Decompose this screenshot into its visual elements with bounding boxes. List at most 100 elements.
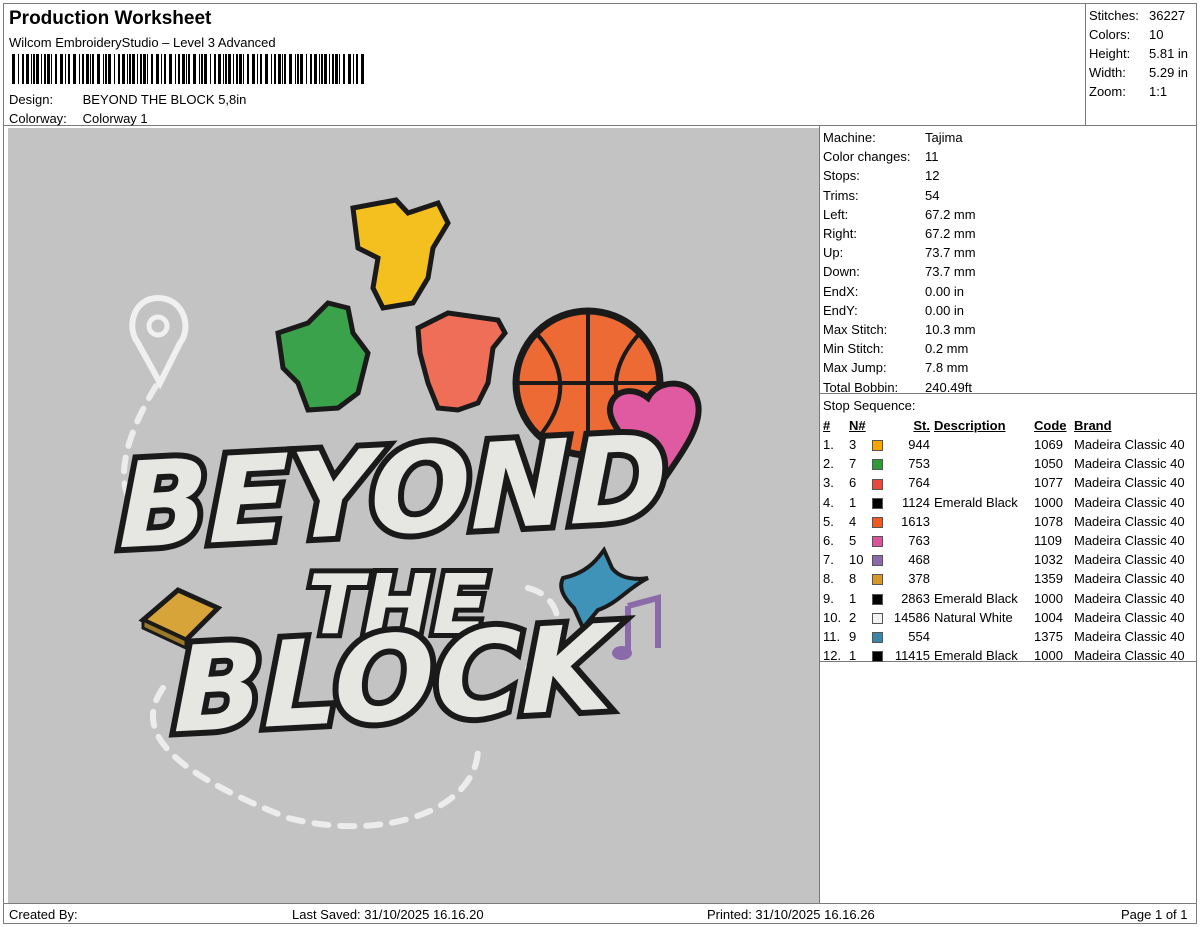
stitch-count: 1124 [902,494,930,510]
col-header-brand: Brand [1074,418,1112,433]
property-label: Up: [823,245,844,261]
col-header-description: Description [934,418,1006,433]
property-label: EndY: [823,302,858,318]
design-row: Design: BEYOND THE BLOCK 5,8in [9,92,246,107]
page-title: Production Worksheet [9,8,212,29]
thread-code: 1032 [1034,552,1063,568]
property-value: 0.00 in [925,283,965,299]
stitch-count: 764 [908,475,930,491]
stat-label: Zoom: [1089,84,1126,99]
thread-brand: Madeira Classic 40 [1074,494,1185,510]
property-value: 67.2 mm [925,206,976,222]
table-row: 4. 1 1124 Emerald Black 1000 Madeira Classic … [823,493,1185,512]
stitch-count: 763 [908,533,930,549]
table-row: 3. 6 764 1077 Madeira Classic 40 [823,473,1185,492]
color-swatch-cell [871,454,889,473]
header-info-panel: Production Worksheet Wilcom EmbroiderySt… [4,4,1086,126]
stitch-count: 468 [908,552,930,568]
stat-value: 1:1 [1149,84,1168,99]
color-swatch [872,574,883,586]
thread-description [934,473,1034,492]
artwork-text-line1: BEYOND [119,409,668,576]
property-label: Total Bobbin: [823,379,899,395]
stop-sequence-panel: Stop Sequence: # N# St. Description Code… [820,394,1197,665]
row-number: 10. [823,609,842,625]
thread-code: 1375 [1034,628,1063,644]
color-swatch-cell [871,569,889,588]
worksheet-header: Production Worksheet Wilcom EmbroiderySt… [4,4,1196,126]
thread-description: Emerald Black [934,494,1018,510]
stitch-count: 14586 [893,609,930,625]
printed-date: Printed: 31/10/2025 16.16.26 [707,907,875,922]
property-row: Right: 67.2 mm [823,226,976,245]
property-value: 73.7 mm [925,264,976,280]
thread-brand: Madeira Classic 40 [1074,513,1185,529]
color-swatch-cell [871,646,889,665]
stat-stitches: Stitches: 36227 [1089,8,1185,23]
thread-brand: Madeira Classic 40 [1074,552,1185,568]
needle-number: 7 [849,456,857,472]
needle-number: 3 [849,437,857,453]
property-value: 240.49ft [925,379,972,395]
thread-code: 1000 [1034,590,1063,606]
property-row: Max Stitch: 10.3 mm [823,322,976,341]
stat-label: Colors: [1089,27,1131,42]
created-by: Created By: [9,907,78,922]
thread-brand: Madeira Classic 40 [1074,628,1185,644]
property-row: Min Stitch: 0.2 mm [823,341,968,360]
thread-brand: Madeira Classic 40 [1074,571,1185,587]
table-row: 8. 8 378 1359 Madeira Classic 40 [823,569,1185,588]
property-value: 73.7 mm [925,245,976,261]
thread-description [934,454,1034,473]
property-row: Stops: 12 [823,168,939,187]
property-value: 67.2 mm [925,226,976,241]
property-value: 11 [925,149,939,165]
property-label: Max Jump: [823,360,887,376]
color-swatch-cell [871,493,889,512]
thread-brand: Madeira Classic 40 [1074,609,1185,625]
row-number: 1. [823,437,834,453]
property-row: Machine: Tajima [823,130,963,149]
production-worksheet: Production Worksheet Wilcom EmbroiderySt… [3,3,1197,924]
stop-sequence-title: Stop Sequence: [823,398,916,413]
stat-value: 5.81 in [1149,46,1189,61]
property-label: Right: [823,226,857,241]
stat-height: Height: 5.81 in [1089,46,1188,61]
col-header-swatch [871,416,889,435]
property-value: Tajima [925,130,963,145]
colorway-value: Colorway 1 [82,111,148,126]
row-number: 8. [823,571,834,587]
color-swatch-cell [871,435,889,454]
design-stats-panel: Stitches: 36227 Colors: 10 Height: 5.81 in … [1087,4,1196,126]
embroidery-design-image: BEYOND THE BLOCK [113,197,702,830]
needle-number: 5 [849,533,857,549]
thread-description: Emerald Black [934,648,1018,664]
stop-sequence-table: # N# St. Description Code Brand 1. 3 944 10… [823,416,1185,665]
thread-description: Natural White [934,609,1013,625]
table-row: 11. 9 554 1375 Madeira Classic 40 [823,627,1185,646]
row-number: 9. [823,590,834,606]
row-number: 12. [823,648,842,664]
music-note-icon [612,594,661,660]
stat-zoom: Zoom: 1:1 [1089,84,1167,99]
thread-code: 1359 [1034,571,1063,587]
thread-brand: Madeira Classic 40 [1074,437,1185,453]
color-swatch [872,593,883,605]
needle-number: 1 [849,494,857,510]
col-header-stitches: St. [913,418,930,433]
needle-number: 10 [849,552,864,568]
needle-number: 4 [849,513,857,529]
property-label: EndX: [823,283,859,299]
row-number: 3. [823,475,834,491]
thread-brand: Madeira Classic 40 [1074,475,1185,491]
color-swatch-cell [871,473,889,492]
color-swatch [872,612,883,624]
color-swatch-cell [871,589,889,608]
color-swatch [872,555,883,567]
row-number: 7. [823,552,834,568]
thread-code: 1000 [1034,648,1063,664]
color-swatch [872,478,883,490]
thread-description: Emerald Black [934,590,1018,606]
needle-number: 9 [849,628,857,644]
property-label: Machine: [823,130,876,145]
